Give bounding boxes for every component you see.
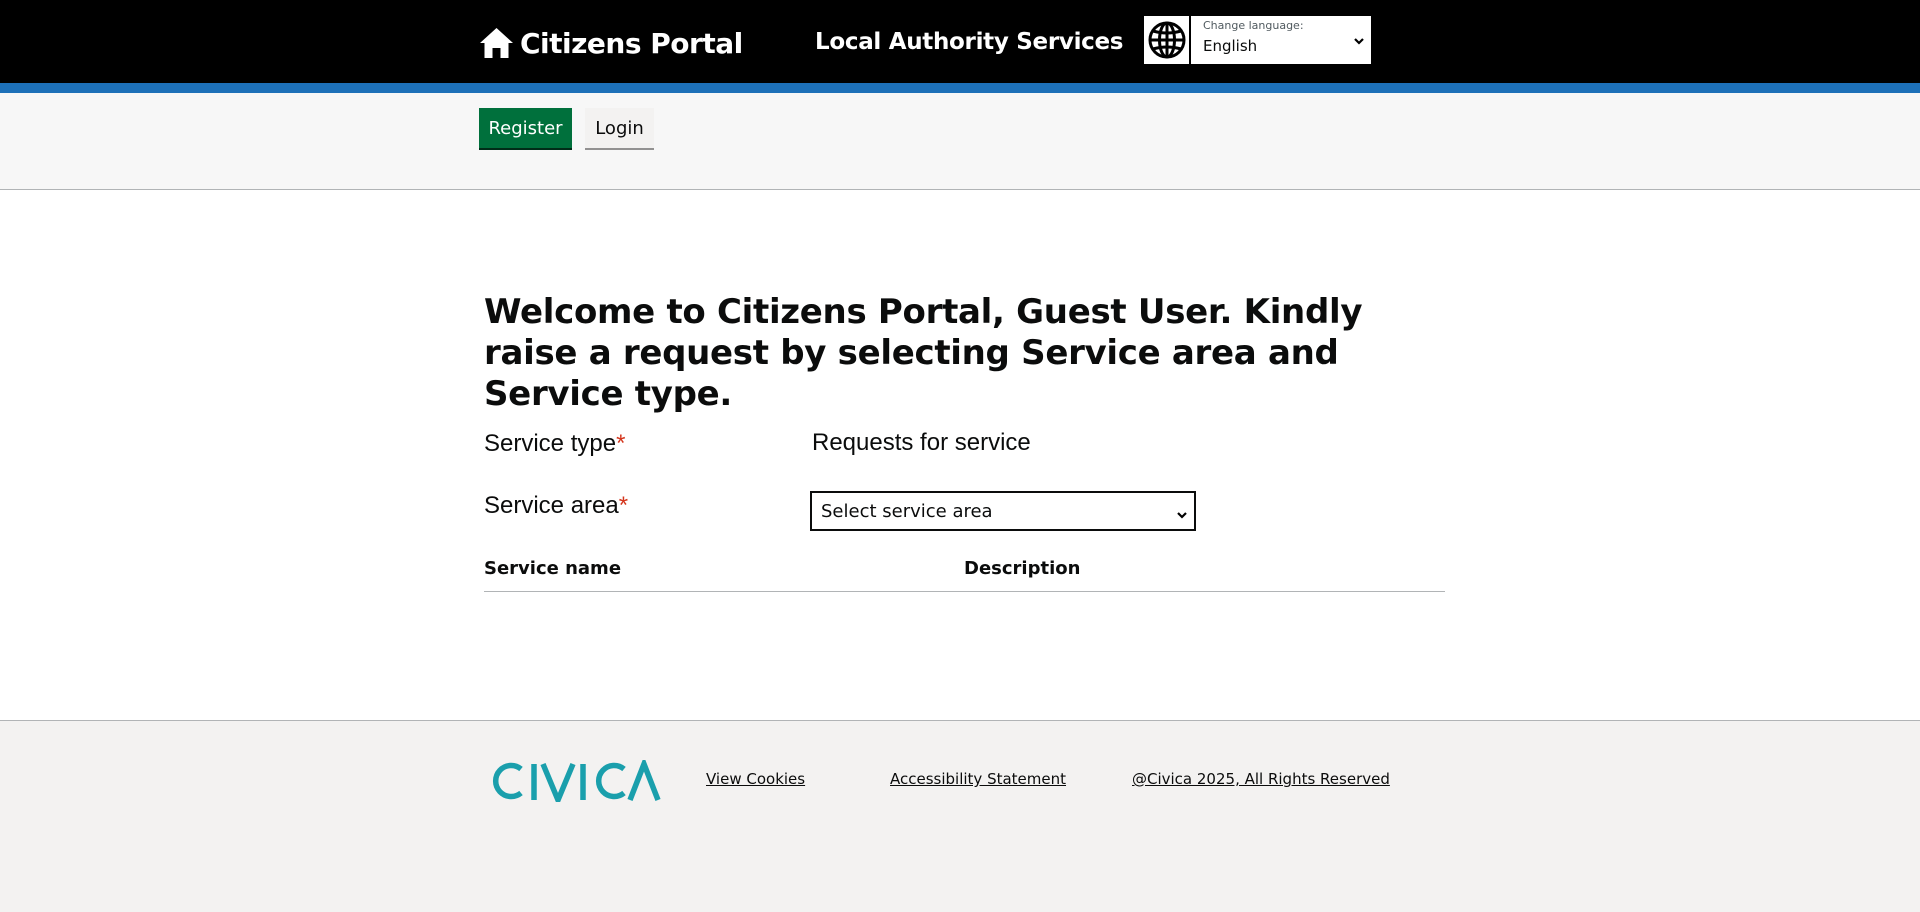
required-marker: * (618, 492, 629, 519)
service-area-select[interactable]: Select service area (810, 491, 1196, 531)
home-icon (479, 27, 514, 59)
service-type-label: Service type* (484, 430, 625, 458)
footer (0, 720, 1920, 912)
service-area-selected: Select service area (821, 500, 993, 522)
service-area-label-text: Service area (484, 492, 619, 519)
copyright-link[interactable]: @Civica 2025, All Rights Reserved (1132, 770, 1390, 788)
login-button[interactable]: Login (585, 108, 654, 148)
header: Citizens Portal Local Authority Services… (0, 0, 1920, 83)
view-cookies-link[interactable]: View Cookies (706, 770, 805, 788)
column-header-description: Description (964, 558, 1081, 579)
nav-bar (0, 93, 1920, 190)
table-divider (484, 591, 1445, 592)
globe-icon (1144, 16, 1189, 64)
service-area-label: Service area* (484, 492, 628, 520)
page-title: Welcome to Citizens Portal, Guest User. … (484, 292, 1363, 414)
accessibility-statement-link[interactable]: Accessibility Statement (890, 770, 1066, 788)
chevron-down-icon (1176, 505, 1188, 519)
language-selected: English (1203, 37, 1258, 55)
brand-link[interactable]: Citizens Portal (479, 22, 743, 64)
service-type-label-text: Service type (484, 430, 617, 457)
service-name-link[interactable]: Local Authority Services (815, 29, 1123, 55)
column-header-service-name: Service name (484, 558, 622, 579)
brand-title: Citizens Portal (520, 26, 743, 60)
header-stripe (0, 83, 1920, 93)
language-select[interactable]: Change language: English (1191, 16, 1371, 64)
chevron-down-icon (1353, 32, 1365, 45)
required-marker: * (616, 430, 626, 457)
language-caption: Change language: (1203, 19, 1304, 32)
civica-logo (487, 756, 661, 808)
service-type-value: Requests for service (812, 429, 1031, 456)
register-button[interactable]: Register (479, 108, 572, 148)
